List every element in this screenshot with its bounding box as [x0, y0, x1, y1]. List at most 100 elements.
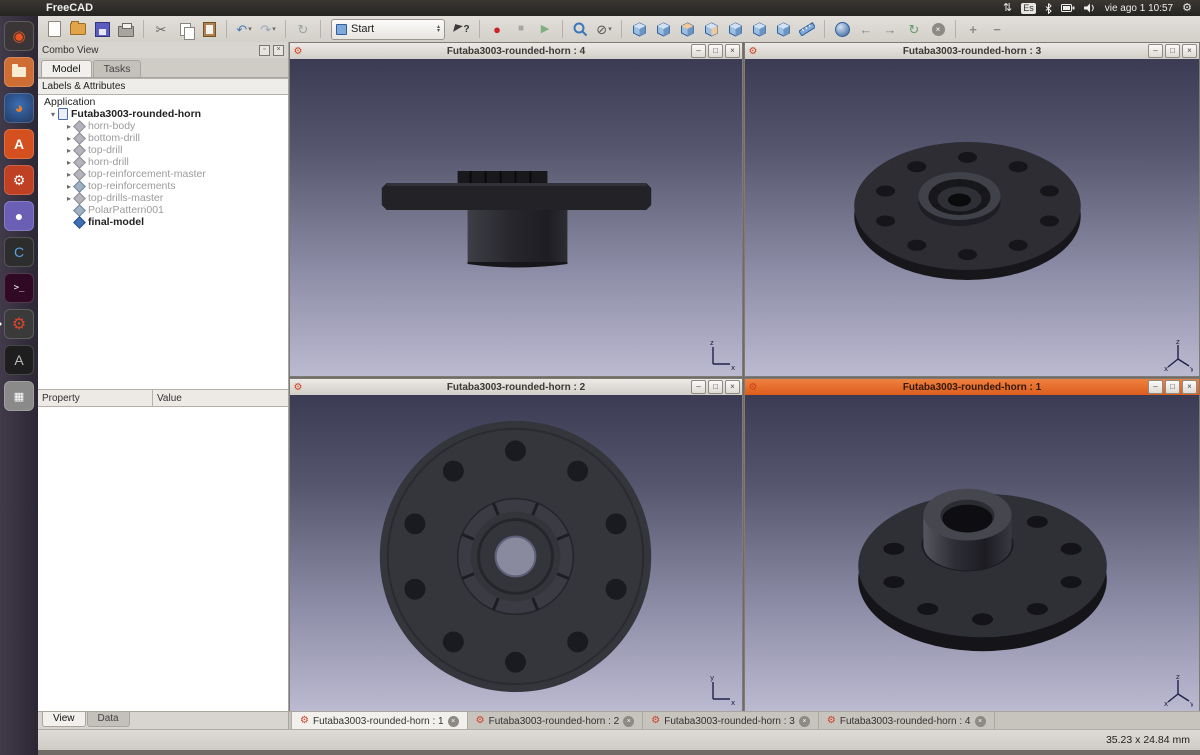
window-titlebar[interactable]: ⚙ Futaba3003-rounded-horn : 3 – □ ×: [745, 43, 1199, 59]
viewport-3d-front[interactable]: z x: [290, 59, 742, 376]
view-axonometric-button[interactable]: [628, 18, 650, 40]
float-panel-button[interactable]: ▫: [259, 45, 270, 56]
tree-item[interactable]: ▸ top-drill: [38, 144, 288, 156]
open-file-button[interactable]: [67, 18, 89, 40]
maximize-button[interactable]: □: [1165, 44, 1180, 58]
macro-play-button[interactable]: ▶: [534, 18, 556, 40]
window-titlebar[interactable]: ⚙ Futaba3003-rounded-horn : 1 – □ ×: [745, 379, 1199, 395]
gem-icon: [73, 132, 86, 145]
tree-item[interactable]: ▸ top-drills-master: [38, 192, 288, 204]
minimize-button[interactable]: –: [691, 44, 706, 58]
close-tab-icon[interactable]: ×: [448, 716, 459, 727]
launcher-terminal[interactable]: >_: [4, 273, 34, 303]
tab-model[interactable]: Model: [41, 60, 92, 77]
window-tab-4[interactable]: ⚙ Futaba3003-rounded-horn : 4 ×: [819, 712, 995, 730]
minimize-button[interactable]: –: [1148, 44, 1163, 58]
close-button[interactable]: ×: [1182, 44, 1197, 58]
maximize-button[interactable]: □: [708, 44, 723, 58]
workbench-selector[interactable]: Start ▴▾: [331, 19, 445, 40]
view-front-button[interactable]: [652, 18, 674, 40]
view-right-button[interactable]: [700, 18, 722, 40]
launcher-workspace-tool[interactable]: ▦: [4, 381, 34, 411]
window-tab-1[interactable]: ⚙ Futaba3003-rounded-horn : 1 ×: [291, 712, 468, 730]
battery-icon[interactable]: [1061, 4, 1075, 12]
maximize-button[interactable]: □: [708, 380, 723, 394]
volume-icon[interactable]: [1084, 3, 1096, 13]
tree-item[interactable]: ▸ top-reinforcements: [38, 180, 288, 192]
cut-button[interactable]: ✂: [150, 18, 172, 40]
close-tab-icon[interactable]: ×: [975, 716, 986, 727]
nav-back-button[interactable]: ←: [855, 18, 877, 40]
save-button[interactable]: [91, 18, 113, 40]
close-button[interactable]: ×: [725, 380, 740, 394]
nav-forward-button[interactable]: →: [879, 18, 901, 40]
magnifier-icon: [573, 22, 588, 37]
copy-button[interactable]: [174, 18, 196, 40]
view-bottom-button[interactable]: [748, 18, 770, 40]
launcher-file-manager[interactable]: [4, 57, 34, 87]
zoom-in-button[interactable]: +: [962, 18, 984, 40]
window-titlebar[interactable]: ⚙ Futaba3003-rounded-horn : 4 – □ ×: [290, 43, 742, 59]
tree-item[interactable]: ▸ horn-drill: [38, 156, 288, 168]
close-button[interactable]: ×: [1182, 380, 1197, 394]
value-column-header[interactable]: Value: [153, 393, 182, 404]
close-button[interactable]: ×: [725, 44, 740, 58]
texture-view-button[interactable]: [831, 18, 853, 40]
tree-item[interactable]: PolarPattern001: [38, 204, 288, 216]
launcher-dash-home[interactable]: ◉: [4, 21, 34, 51]
sync-view-button[interactable]: ↻: [903, 18, 925, 40]
launcher-app-a[interactable]: A: [4, 129, 34, 159]
fit-all-button[interactable]: [569, 18, 591, 40]
clock[interactable]: vie ago 1 10:57: [1105, 3, 1173, 14]
view-top-button[interactable]: [676, 18, 698, 40]
tab-view[interactable]: View: [42, 712, 86, 727]
tree-item[interactable]: ▸ top-reinforcement-master: [38, 168, 288, 180]
minimize-button[interactable]: –: [691, 380, 706, 394]
sync-indicator-icon[interactable]: ⇅: [1003, 1, 1012, 15]
view-rear-button[interactable]: [724, 18, 746, 40]
view-left-button[interactable]: [772, 18, 794, 40]
whats-this-button[interactable]: ?: [451, 18, 473, 40]
maximize-button[interactable]: □: [1165, 380, 1180, 394]
measure-distance-button[interactable]: [796, 18, 818, 40]
window-titlebar[interactable]: ⚙ Futaba3003-rounded-horn : 2 – □ ×: [290, 379, 742, 395]
viewport-3d-iso[interactable]: z y x: [745, 395, 1199, 711]
close-panel-button[interactable]: ×: [273, 45, 284, 56]
redo-button[interactable]: ↷▾: [257, 18, 279, 40]
session-gear-icon[interactable]: ⚙: [1182, 1, 1192, 15]
launcher-app-dark-a[interactable]: A: [4, 345, 34, 375]
refresh-button[interactable]: ↻: [292, 18, 314, 40]
launcher-freecad[interactable]: ⚙: [4, 309, 34, 339]
bluetooth-icon[interactable]: [1045, 3, 1052, 14]
viewport-3d-iso-top[interactable]: z y x: [745, 59, 1199, 376]
new-file-button[interactable]: [43, 18, 65, 40]
draw-style-button[interactable]: ⊘▾: [593, 18, 615, 40]
launcher-ubuntu-software[interactable]: ●: [4, 201, 34, 231]
viewport-3d-top[interactable]: y x: [290, 395, 742, 711]
minimize-button[interactable]: –: [1148, 380, 1163, 394]
property-column-header[interactable]: Property: [38, 390, 153, 406]
window-tab-2[interactable]: ⚙ Futaba3003-rounded-horn : 2 ×: [468, 712, 644, 730]
tab-data[interactable]: Data: [87, 712, 130, 727]
tree-item-document[interactable]: ▾ Futaba3003-rounded-horn: [38, 108, 288, 120]
tree-item[interactable]: ▸ horn-body: [38, 120, 288, 132]
close-tab-icon[interactable]: ×: [799, 716, 810, 727]
macro-stop-button[interactable]: ■: [510, 18, 532, 40]
launcher-system-settings[interactable]: ⚙: [4, 165, 34, 195]
close-document-button[interactable]: ×: [927, 18, 949, 40]
launcher-firefox[interactable]: ◕: [4, 93, 34, 123]
macro-record-button[interactable]: ●: [486, 18, 508, 40]
keyboard-layout-indicator[interactable]: Es: [1021, 3, 1036, 14]
close-tab-icon[interactable]: ×: [623, 716, 634, 727]
print-button[interactable]: [115, 18, 137, 40]
tree-item-label: PolarPattern001: [88, 204, 164, 216]
tree-item[interactable]: ▸ bottom-drill: [38, 132, 288, 144]
window-tab-3[interactable]: ⚙ Futaba3003-rounded-horn : 3 ×: [643, 712, 819, 730]
launcher-chromium[interactable]: C: [4, 237, 34, 267]
undo-button[interactable]: ↶▾: [233, 18, 255, 40]
paste-button[interactable]: [198, 18, 220, 40]
zoom-out-button[interactable]: −: [986, 18, 1008, 40]
tab-tasks[interactable]: Tasks: [93, 60, 142, 77]
tree-item[interactable]: final-model: [38, 216, 288, 228]
expander-icon[interactable]: ▾: [48, 110, 58, 119]
